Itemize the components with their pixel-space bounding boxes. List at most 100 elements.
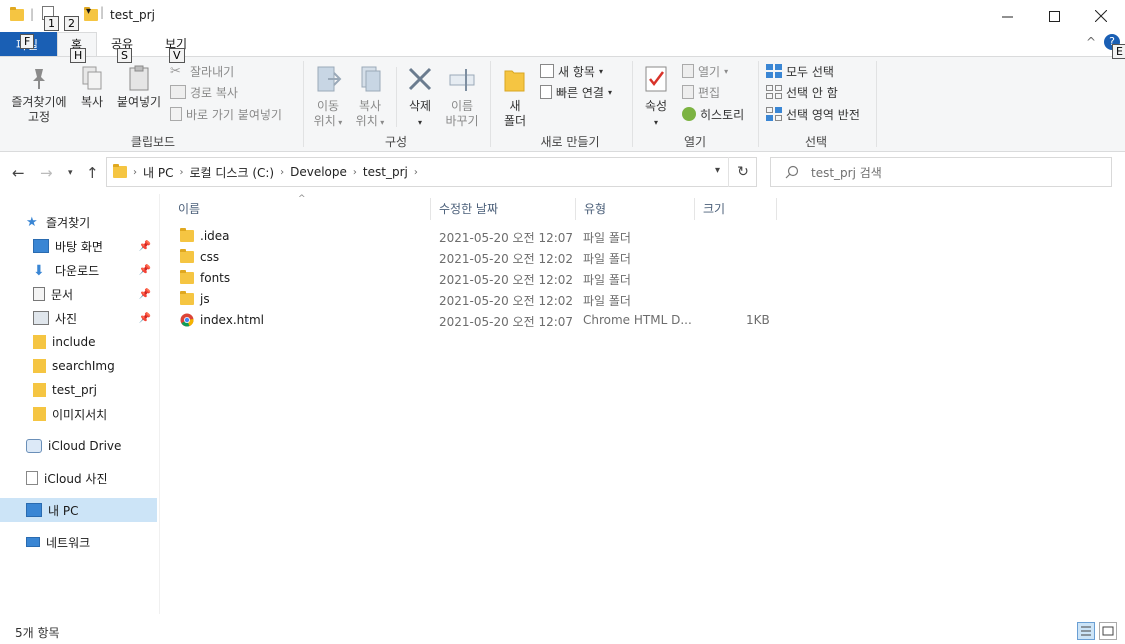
paste-shortcut-button[interactable]: 바로 가기 붙여넣기: [170, 105, 282, 123]
sidebar-item-network[interactable]: 네트워크: [0, 530, 157, 554]
sidebar-item-test-prj[interactable]: test_prj: [0, 378, 157, 402]
sidebar-item-documents[interactable]: 문서 📌: [0, 282, 157, 306]
select-all-button[interactable]: 모두 선택: [766, 62, 834, 80]
large-icons-view-button[interactable]: [1099, 622, 1117, 640]
breadcrumb-test-prj[interactable]: test_prj: [363, 165, 408, 179]
delete-label: 삭제: [408, 99, 432, 113]
customize-quick-access-icon[interactable]: ▾: [86, 6, 91, 17]
sidebar-item-label: 다운로드: [55, 263, 100, 278]
open-button[interactable]: 열기 ▾: [682, 62, 728, 80]
forward-arrow-icon[interactable]: →: [40, 164, 53, 182]
sidebar-item-image-search[interactable]: 이미지서치: [0, 402, 157, 426]
select-none-icon: [766, 85, 782, 99]
keytip-2: 2: [64, 16, 79, 31]
sidebar-item-searchimg[interactable]: searchImg: [0, 354, 157, 378]
minimize-button[interactable]: [984, 0, 1030, 32]
icloud-drive-icon: [26, 439, 42, 453]
paste-button[interactable]: 붙여넣기: [114, 65, 164, 110]
move-to-button[interactable]: 이동 위치 ▾: [308, 65, 348, 130]
column-header-name[interactable]: 이름: [178, 200, 200, 222]
breadcrumb-separator[interactable]: ›: [179, 167, 183, 178]
sidebar-item-icloud-drive[interactable]: iCloud Drive: [0, 434, 157, 458]
rename-label-2: 바꾸기: [445, 114, 479, 128]
sidebar-item-my-pc[interactable]: 내 PC: [0, 498, 157, 522]
close-button[interactable]: [1078, 0, 1124, 32]
folder-icon: [180, 249, 194, 263]
pin-icon[interactable]: 📌: [139, 313, 151, 324]
invert-selection-button[interactable]: 선택 영역 반전: [766, 105, 860, 123]
details-view-button[interactable]: [1077, 622, 1095, 640]
copy-icon: [82, 66, 102, 90]
column-divider[interactable]: [575, 198, 576, 220]
window-title: test_prj: [110, 8, 155, 22]
history-button[interactable]: 히스토리: [682, 105, 744, 123]
sidebar-item-label: test_prj: [52, 383, 97, 397]
column-header-size[interactable]: 크기: [703, 200, 725, 222]
rename-button[interactable]: 이름 바꾸기: [441, 65, 483, 129]
cut-button[interactable]: ✂ 잘라내기: [170, 62, 234, 80]
file-name: index.html: [200, 313, 264, 327]
sidebar-item-label: 문서: [51, 287, 74, 302]
column-divider[interactable]: [430, 198, 431, 220]
breadcrumb-separator[interactable]: ›: [353, 167, 357, 178]
pin-icon[interactable]: 📌: [139, 289, 151, 300]
edit-button[interactable]: 편집: [682, 83, 720, 101]
recent-locations-chevron-icon[interactable]: ▾: [68, 168, 73, 178]
new-folder-button[interactable]: 새 폴더: [497, 65, 533, 129]
keytip-1: 1: [44, 16, 59, 31]
breadcrumb-develope[interactable]: Develope: [290, 165, 347, 179]
sidebar-item-downloads[interactable]: ⬇ 다운로드 📌: [0, 258, 157, 282]
table-row[interactable]: css 2021-05-20 오전 12:02 파일 폴더: [176, 247, 776, 268]
properties-button[interactable]: 속성 ▾: [638, 65, 674, 130]
copy-to-button[interactable]: 복사 위치 ▾: [350, 65, 390, 130]
file-date: 2021-05-20 오전 12:07: [439, 315, 574, 329]
tab-file[interactable]: 파일 F: [0, 32, 57, 56]
column-divider[interactable]: [776, 198, 777, 220]
new-item-button[interactable]: 새 항목 ▾: [540, 62, 603, 80]
refresh-icon: ↻: [737, 164, 749, 180]
column-header-type[interactable]: 유형: [584, 200, 606, 222]
copy-button[interactable]: 복사: [76, 65, 108, 110]
address-dropdown-chevron-icon[interactable]: ▾: [715, 165, 720, 176]
collapse-ribbon-icon[interactable]: ^: [1086, 35, 1096, 49]
address-bar[interactable]: › 내 PC › 로컬 디스크 (C:) › Develope › test_p…: [106, 157, 757, 187]
file-name: fonts: [200, 271, 231, 285]
pin-icon[interactable]: 📌: [139, 265, 151, 276]
breadcrumb-separator[interactable]: ›: [414, 167, 418, 178]
new-group-label: 새로 만들기: [540, 135, 600, 149]
sidebar-item-icloud-photos[interactable]: iCloud 사진: [0, 466, 157, 490]
file-name: .idea: [200, 229, 230, 243]
table-row[interactable]: js 2021-05-20 오전 12:02 파일 폴더: [176, 289, 776, 310]
table-row[interactable]: .idea 2021-05-20 오전 12:07 파일 폴더: [176, 226, 776, 247]
table-row[interactable]: index.html 2021-05-20 오전 12:07 Chrome HT…: [176, 310, 776, 331]
new-folder-icon: [504, 70, 525, 92]
sidebar-item-pictures[interactable]: 사진 📌: [0, 306, 157, 330]
easy-access-button[interactable]: 빠른 연결 ▾: [540, 83, 612, 101]
group-divider: [876, 61, 877, 147]
back-arrow-icon[interactable]: ←: [12, 164, 25, 182]
ribbon-tab-bar: 파일 F 홈 H 공유 S 보기 V ^ ? E: [0, 32, 1125, 63]
column-header-date[interactable]: 수정한 날짜: [439, 200, 498, 222]
breadcrumb-local-disk[interactable]: 로컬 디스크 (C:): [189, 164, 274, 181]
delete-button[interactable]: 삭제 ▾: [402, 65, 438, 130]
breadcrumb-separator[interactable]: ›: [280, 167, 284, 178]
select-none-button[interactable]: 선택 안 함: [766, 83, 838, 101]
breadcrumb-my-pc[interactable]: 내 PC: [143, 164, 173, 181]
move-to-label: 이동: [316, 99, 340, 113]
maximize-button[interactable]: [1031, 0, 1077, 32]
scissors-icon: ✂: [170, 64, 181, 79]
pictures-icon: [33, 311, 49, 325]
keytip-home: H: [70, 48, 87, 63]
copy-path-button[interactable]: 경로 복사: [170, 83, 238, 101]
search-input[interactable]: test_prj 검색: [770, 157, 1112, 187]
refresh-button[interactable]: ↻: [728, 157, 757, 187]
pin-icon[interactable]: 📌: [139, 241, 151, 252]
column-divider[interactable]: [694, 198, 695, 220]
sidebar-item-quick-access[interactable]: ★ 즐겨찾기: [0, 210, 157, 234]
table-row[interactable]: fonts 2021-05-20 오전 12:02 파일 폴더: [176, 268, 776, 289]
up-arrow-icon[interactable]: ↑: [86, 164, 99, 182]
paste-icon: [129, 65, 149, 91]
sidebar-item-desktop[interactable]: 바탕 화면 📌: [0, 234, 157, 258]
sidebar-item-include[interactable]: include: [0, 330, 157, 354]
pin-to-quick-access-button[interactable]: 즐겨찾기에 고정: [6, 65, 72, 125]
